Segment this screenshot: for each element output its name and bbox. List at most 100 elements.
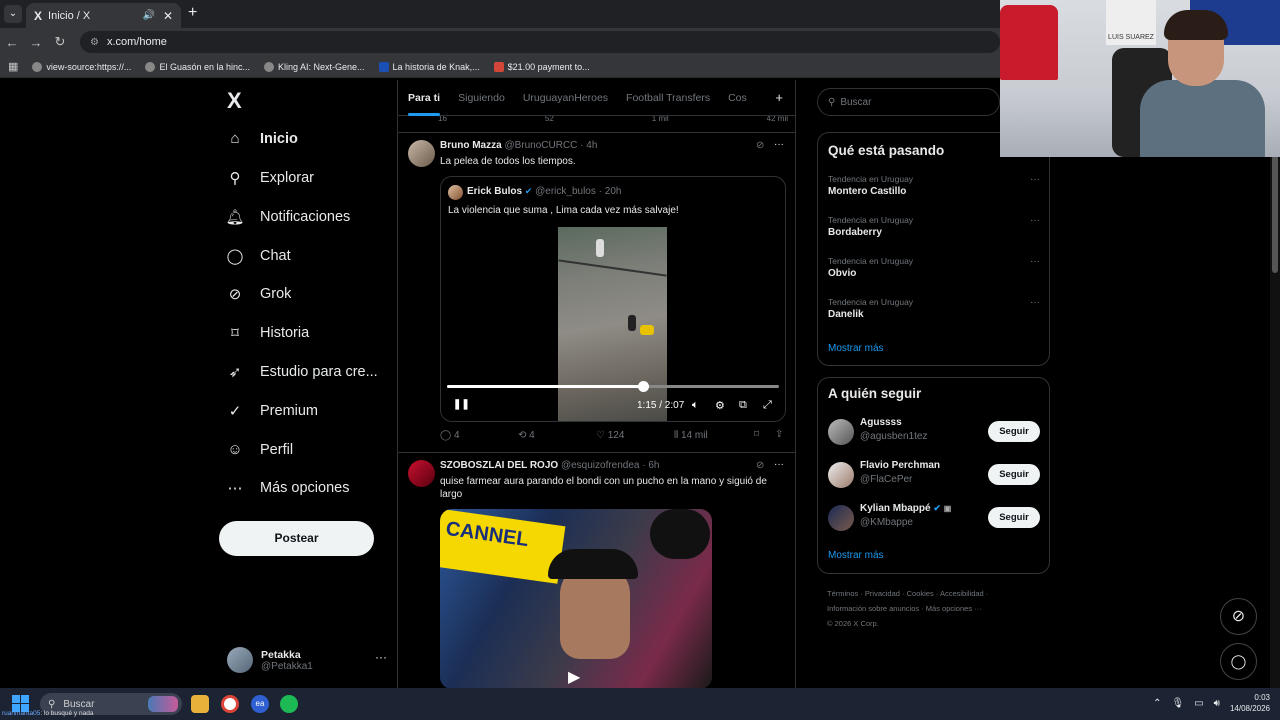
bookmark-icon[interactable]: ⌑	[754, 429, 759, 440]
site-info-icon[interactable]: ⚙	[90, 37, 99, 48]
trend-item[interactable]: Tendencia en Uruguay Danelik ···	[828, 297, 1040, 320]
new-tab-button[interactable]: +	[188, 4, 197, 22]
back-icon[interactable]: ←	[0, 35, 24, 50]
forward-icon[interactable]: →	[24, 35, 48, 50]
follow-button[interactable]: Seguir	[988, 507, 1040, 528]
reload-icon[interactable]: ↻	[48, 34, 72, 50]
trend-item[interactable]: Tendencia en Uruguay Montero Castillo ··…	[828, 174, 1040, 197]
chevron-up-icon[interactable]: ⌃	[1153, 698, 1161, 709]
app-icon[interactable]: ea	[251, 695, 269, 713]
sidebar-item-estudio[interactable]: ➶ Estudio para cre...	[225, 363, 378, 381]
repost-button[interactable]: ⟲ 4	[518, 430, 535, 441]
settings-icon[interactable]: ⚙	[715, 399, 725, 412]
tab-para-ti[interactable]: Para ti	[408, 92, 441, 116]
sidebar-item-explorar[interactable]: ⚲ Explorar	[225, 169, 315, 187]
views-button[interactable]: ⫴ 14 mil	[674, 430, 708, 441]
tab-close-icon[interactable]: ✕	[163, 9, 173, 23]
file-explorer-icon[interactable]	[191, 695, 209, 713]
x-logo-icon[interactable]: X	[227, 88, 242, 114]
chat-floating-button[interactable]: ◯	[1220, 643, 1257, 680]
sidebar-item-chat[interactable]: ◯ Chat	[225, 247, 291, 265]
tab-siguiendo[interactable]: Siguiendo	[458, 92, 505, 104]
search-input[interactable]: ⚲ Buscar	[817, 88, 1000, 116]
scrollbar-thumb[interactable]	[1272, 155, 1278, 273]
clock[interactable]: 0:03 14/08/2026	[1230, 692, 1270, 714]
more-icon[interactable]: ···	[774, 139, 784, 150]
bookmark-item[interactable]: view-source:https://...	[32, 61, 131, 72]
tweet-author-name[interactable]: SZOBOSZLAI DEL ROJO	[440, 460, 558, 471]
sidebar-item-premium[interactable]: ✓ Premium	[225, 402, 318, 420]
sidebar-item-mas-opciones[interactable]: ⋯ Más opciones	[225, 479, 350, 497]
more-icon[interactable]: ···	[1030, 174, 1040, 185]
grok-icon[interactable]: ⊘	[756, 460, 764, 471]
network-icon[interactable]: ▭	[1194, 698, 1203, 709]
more-icon[interactable]: ···	[375, 650, 387, 664]
video-progress-handle[interactable]	[637, 381, 649, 392]
footer-line[interactable]: Términos · Privacidad · Cookies · Accesi…	[827, 586, 1047, 601]
page-scrollbar[interactable]	[1270, 80, 1280, 688]
like-button[interactable]: ♡ 124	[596, 430, 624, 441]
post-button[interactable]: Postear	[219, 521, 374, 556]
sidebar-item-inicio[interactable]: ⌂ Inicio	[225, 130, 297, 147]
show-more-follow-link[interactable]: Mostrar más	[828, 550, 884, 561]
avatar[interactable]	[408, 460, 435, 487]
video-player[interactable]: ❚❚ 1:15 / 2:07 🔈︎ ⚙ ⧉ ⤢	[441, 227, 785, 421]
tweet-author-handle[interactable]: @esquizofrendea · 6h	[561, 460, 660, 471]
bookmark-item[interactable]: La historia de Knak,...	[378, 61, 480, 72]
pip-icon[interactable]: ⧉	[739, 399, 747, 412]
tweet-author-name[interactable]: Bruno Mazza	[440, 140, 502, 151]
apps-grid-icon[interactable]: ▦	[8, 60, 18, 73]
address-bar[interactable]: ⚙ x.com/home	[80, 31, 1000, 53]
follow-suggestion[interactable]: Agussss @agusben1tez Seguir	[828, 417, 1040, 447]
share-icon[interactable]: ⇪	[775, 429, 783, 440]
browser-tab[interactable]: X Inicio / X 🔊 ✕	[26, 3, 181, 28]
media-banner-text: CANNEL	[440, 509, 566, 584]
account-switcher[interactable]: Petakka @Petakka1 ···	[227, 642, 387, 678]
pause-icon[interactable]: ❚❚	[453, 399, 470, 410]
grok-icon[interactable]: ⊘	[756, 140, 764, 151]
tweet-author-handle[interactable]: @BrunoCURCC · 4h	[504, 140, 597, 151]
more-icon[interactable]: ···	[1030, 215, 1040, 226]
trend-topic: Obvio	[828, 268, 857, 279]
follow-button[interactable]: Seguir	[988, 464, 1040, 485]
trend-context: Tendencia en Uruguay	[828, 256, 914, 266]
sidebar-item-perfil[interactable]: ☺ Perfil	[225, 441, 293, 458]
follow-suggestion[interactable]: Kylian Mbappé ✔ ▣ @KMbappe Seguir	[828, 503, 1040, 533]
follow-button[interactable]: Seguir	[988, 421, 1040, 442]
sidebar-item-notificaciones[interactable]: 🔔︎ Notificaciones	[225, 208, 350, 226]
quoted-tweet[interactable]: Erick Bulos ✔ @erick_bulos · 20h La viol…	[440, 176, 786, 422]
more-icon[interactable]: ···	[1030, 297, 1040, 308]
tab-football-transfers[interactable]: Football Transfers	[626, 92, 710, 104]
spotify-icon[interactable]	[280, 695, 298, 713]
bookmark-item[interactable]: $21.00 payment to...	[493, 61, 590, 72]
bookmark-item[interactable]: El Guasón en la hinc...	[145, 61, 250, 72]
tab-cos[interactable]: Cos	[728, 92, 747, 104]
show-more-trends-link[interactable]: Mostrar más	[828, 343, 884, 354]
sidebar-item-grok[interactable]: ⊘ Grok	[225, 285, 292, 303]
volume-icon[interactable]: 🔈︎	[692, 399, 699, 412]
follow-title: A quién seguir	[828, 386, 922, 401]
sidebar-item-historia[interactable]: ⌑ Historia	[225, 324, 309, 342]
grok-floating-button[interactable]: ⊘	[1220, 598, 1257, 635]
video-progress-bar[interactable]	[447, 381, 779, 392]
play-icon[interactable]: ▶	[568, 667, 580, 687]
bookmark-item[interactable]: Kling AI: Next-Gene...	[264, 61, 365, 72]
search-icon: ⚲	[828, 96, 836, 108]
trend-item[interactable]: Tendencia en Uruguay Bordaberry ···	[828, 215, 1040, 238]
footer-line[interactable]: Información sobre anuncios · Más opcione…	[827, 601, 1047, 616]
avatar[interactable]	[408, 140, 435, 167]
trend-item[interactable]: Tendencia en Uruguay Obvio ···	[828, 256, 1040, 279]
tab-audio-icon[interactable]: 🔊	[142, 10, 154, 21]
reply-button[interactable]: ◯ 4	[440, 430, 460, 441]
volume-icon[interactable]: 🔊︎	[1214, 698, 1220, 709]
more-icon[interactable]: ···	[774, 459, 784, 470]
tab-search-icon[interactable]: ⌄	[4, 5, 22, 23]
tab-uruguayanheroes[interactable]: UruguayanHeroes	[523, 92, 608, 104]
chrome-icon[interactable]	[221, 695, 239, 713]
tweet-media-video[interactable]: CANNEL ▶	[440, 509, 712, 688]
more-icon[interactable]: ···	[1030, 256, 1040, 267]
microphone-icon[interactable]: 🎙︎	[1171, 698, 1184, 709]
follow-suggestion[interactable]: Flavio Perchman @FlaCePer Seguir	[828, 460, 1040, 490]
fullscreen-icon[interactable]: ⤢	[763, 399, 772, 412]
add-tab-icon[interactable]: +	[775, 90, 783, 105]
